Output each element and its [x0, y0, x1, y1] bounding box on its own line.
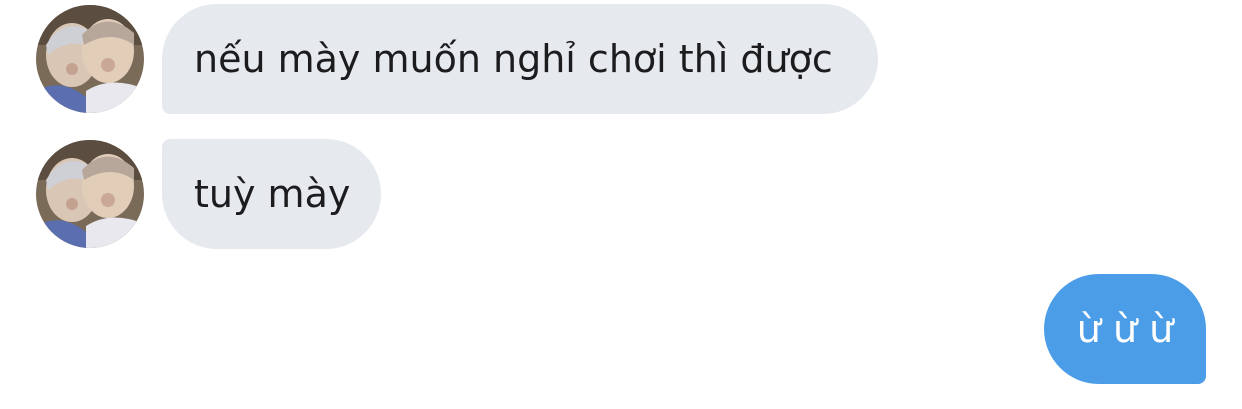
- avatar-photo: [36, 5, 144, 113]
- message-text: tuỳ mày: [194, 172, 351, 216]
- message-row-outgoing: ừ ừ ừ: [1044, 274, 1206, 384]
- message-bubble-outgoing[interactable]: ừ ừ ừ: [1044, 274, 1206, 384]
- message-row-incoming: tuỳ mày: [36, 139, 381, 249]
- message-bubble-incoming[interactable]: nếu mày muốn nghỉ chơi thì được: [162, 4, 878, 114]
- message-bubble-incoming[interactable]: tuỳ mày: [162, 139, 381, 249]
- message-text: ừ ừ ừ: [1076, 307, 1174, 351]
- chat-thread: nếu mày muốn nghỉ chơi thì được tuỳ mày: [0, 0, 1242, 409]
- message-row-incoming: nếu mày muốn nghỉ chơi thì được: [36, 4, 878, 114]
- avatar-photo: [36, 140, 144, 248]
- sender-avatar[interactable]: [36, 5, 144, 113]
- sender-avatar[interactable]: [36, 140, 144, 248]
- message-text: nếu mày muốn nghỉ chơi thì được: [194, 37, 833, 81]
